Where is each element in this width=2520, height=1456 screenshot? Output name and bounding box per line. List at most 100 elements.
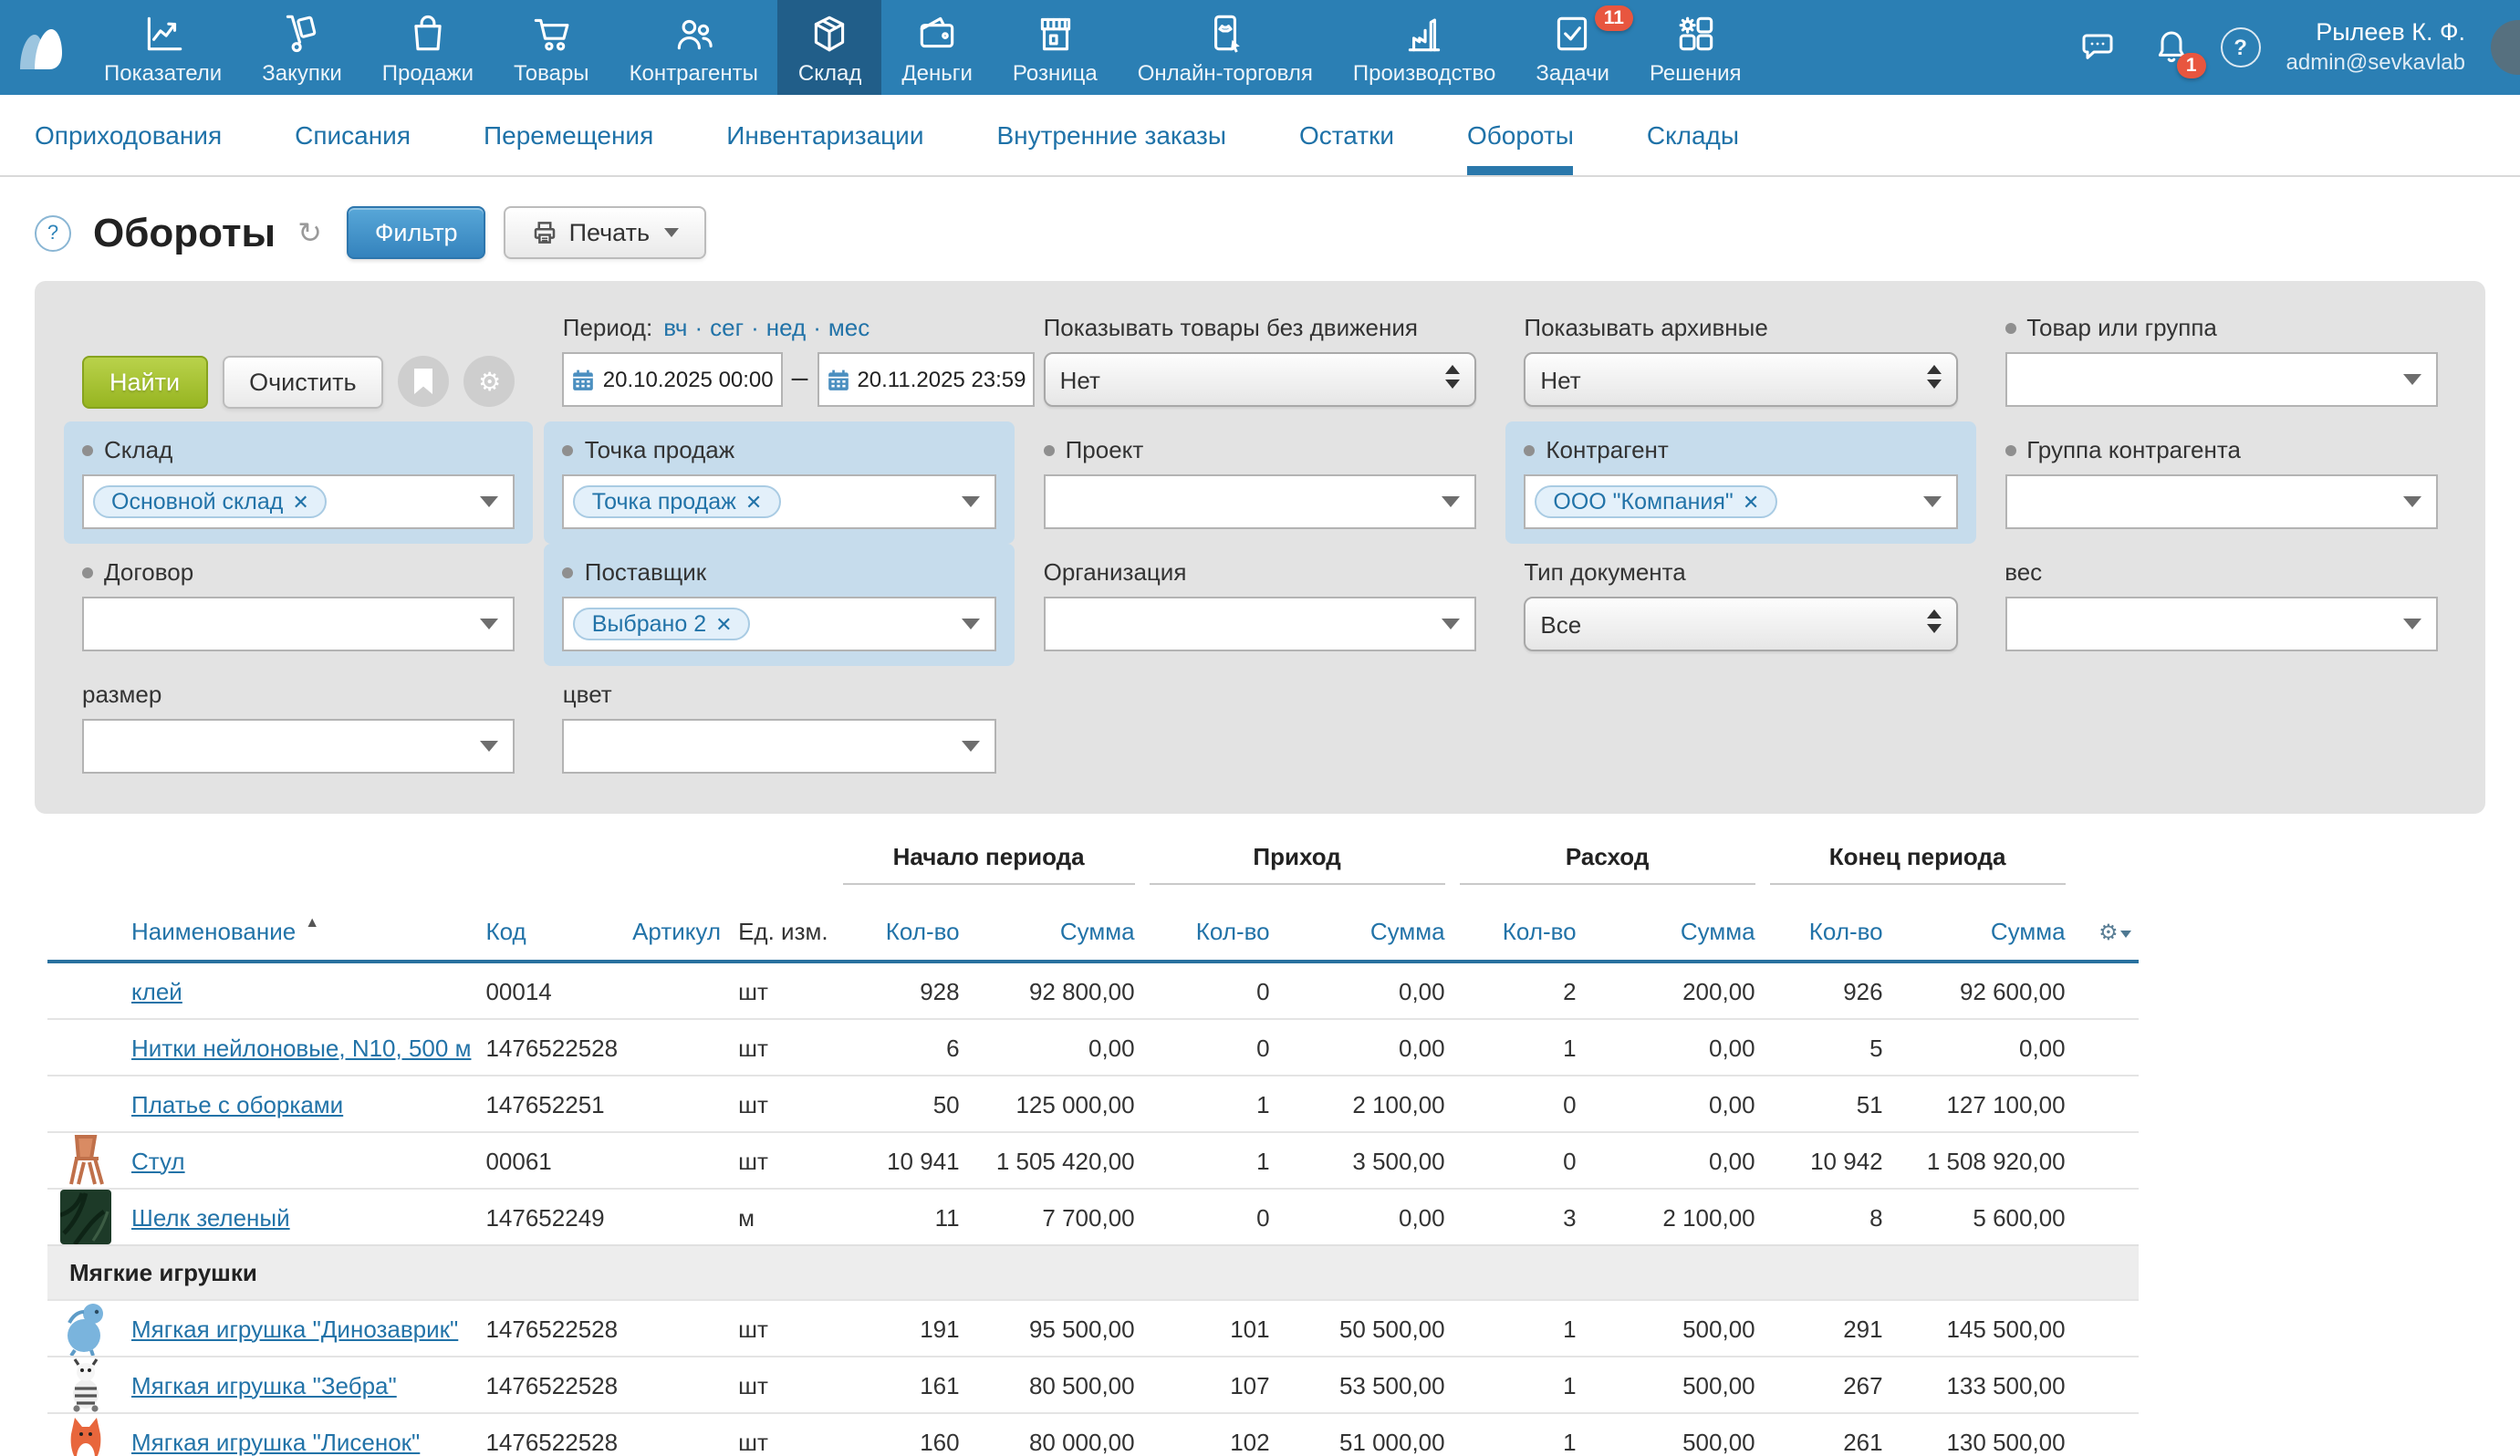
counterparty-group-label: Группа контрагента [2026, 436, 2241, 463]
nav-item-zakupki[interactable]: Закупки [242, 0, 362, 95]
title-row: ? Обороты ↻ Фильтр Печать [0, 177, 2520, 281]
supplier-chip[interactable]: Выбрано 2✕ [574, 608, 751, 640]
tab-oprihodovaniya[interactable]: Оприходования [35, 95, 222, 175]
color-combo[interactable] [563, 719, 996, 774]
user-menu[interactable]: Рылеев К. Ф. admin@sevkavlab [2286, 18, 2465, 77]
help-icon[interactable]: ? [2221, 27, 2261, 68]
chip-close-icon[interactable]: ✕ [745, 490, 762, 514]
product-link[interactable]: Мягкая игрушка "Динозаврик" [131, 1315, 458, 1342]
tab-vnutrennie-zakazy[interactable]: Внутренние заказы [996, 95, 1226, 175]
green-fabric-thumbnail[interactable] [60, 1190, 111, 1244]
print-button[interactable]: Печать [504, 206, 706, 259]
settings-gear-icon[interactable]: ⚙ [464, 356, 515, 407]
dot-separator: · [751, 314, 759, 341]
period-yesterday-link[interactable]: вч [663, 314, 687, 341]
nav-item-sklad[interactable]: Склад [778, 0, 881, 95]
size-combo[interactable] [82, 719, 515, 774]
tasks-badge: 11 [1595, 5, 1633, 31]
col-header-end-sum[interactable]: Сумма [1890, 903, 2073, 962]
tab-ostatki[interactable]: Остатки [1299, 95, 1394, 175]
organization-combo[interactable] [1044, 597, 1477, 651]
bookmark-icon[interactable] [399, 356, 450, 407]
chat-icon[interactable] [2075, 24, 2122, 71]
col-header-name[interactable]: Наименование▲ [124, 903, 478, 962]
combo-caret-icon [481, 741, 499, 752]
period-from-input[interactable]: 20.10.2025 00:00 [563, 352, 783, 407]
contract-combo[interactable] [82, 597, 515, 651]
col-header-out-qty[interactable]: Кол-во [1453, 903, 1584, 962]
counterparty-group-combo[interactable] [2005, 474, 2438, 529]
retail-point-combo[interactable]: Точка продаж✕ [563, 474, 996, 529]
chip-close-icon[interactable]: ✕ [715, 612, 732, 636]
nav-item-tovary[interactable]: Товары [494, 0, 609, 95]
filter-button-label: Фильтр [375, 219, 458, 246]
product-link[interactable]: Нитки нейлоновые, N10, 500 м [131, 1034, 471, 1061]
col-header-start-sum[interactable]: Сумма [967, 903, 1142, 962]
retail-point-chip[interactable]: Точка продаж✕ [574, 485, 781, 518]
nav-item-roznitsa[interactable]: Розница [993, 0, 1118, 95]
doc-type-select[interactable]: Все [1524, 597, 1957, 651]
bell-icon[interactable]: 1 [2148, 24, 2195, 71]
period-week-link[interactable]: нед [766, 314, 806, 341]
weight-combo[interactable] [2005, 597, 2438, 651]
filter-button[interactable]: Фильтр [348, 206, 485, 259]
tab-spisaniya[interactable]: Списания [295, 95, 411, 175]
column-settings-gear-icon[interactable]: ⚙ [2073, 903, 2139, 962]
tab-inventarizatsii[interactable]: Инвентаризации [726, 95, 923, 175]
calendar-icon [826, 368, 849, 391]
product-link[interactable]: Шелк зеленый [131, 1203, 290, 1231]
nav-item-dengi[interactable]: Деньги [881, 0, 993, 95]
table-row: клей 00014 шт 928 92 800,00 0 0,00 2 200… [47, 962, 2139, 1019]
col-header-end-qty[interactable]: Кол-во [1763, 903, 1890, 962]
clear-button[interactable]: Очистить [222, 355, 384, 408]
product-link[interactable]: Мягкая игрушка "Зебра" [131, 1371, 397, 1399]
warehouse-combo[interactable]: Основной склад✕ [82, 474, 515, 529]
logo[interactable] [0, 0, 84, 95]
counterparty-combo[interactable]: ООО "Компания"✕ [1524, 474, 1957, 529]
dash-separator: – [792, 363, 808, 396]
tab-peremescheniya[interactable]: Перемещения [484, 95, 653, 175]
nav-item-resheniya[interactable]: Решения [1630, 0, 1762, 95]
nav-item-prodazhi[interactable]: Продажи [362, 0, 494, 95]
page-help-icon[interactable]: ? [35, 214, 71, 251]
search-button[interactable]: Найти [82, 355, 207, 408]
counterparty-chip[interactable]: ООО "Компания"✕ [1535, 485, 1777, 518]
col-header-code[interactable]: Код [478, 903, 625, 962]
color-label: цвет [563, 681, 612, 708]
nav-item-online-torgovlya[interactable]: Онлайн-торговля [1118, 0, 1333, 95]
chip-close-icon[interactable]: ✕ [292, 490, 308, 514]
tab-oboroty[interactable]: Обороты [1467, 95, 1574, 175]
product-link[interactable]: Платье с оборками [131, 1090, 343, 1118]
nav-item-zadachi[interactable]: 11 Задачи [1515, 0, 1630, 95]
box-icon [807, 9, 853, 57]
project-combo[interactable] [1044, 474, 1477, 529]
archived-select[interactable]: Нет [1524, 352, 1957, 407]
warehouse-chip[interactable]: Основной склад✕ [93, 485, 328, 518]
product-link[interactable]: клей [131, 977, 182, 1004]
period-month-link[interactable]: мес [828, 314, 870, 341]
refresh-icon[interactable]: ↻ [297, 214, 322, 251]
product-combo[interactable] [2005, 352, 2438, 407]
avatar[interactable] [2491, 20, 2520, 75]
tab-sklady[interactable]: Склады [1647, 95, 1739, 175]
nav-item-pokazateli[interactable]: Показатели [84, 0, 242, 95]
period-today-link[interactable]: сег [710, 314, 744, 341]
chip-close-icon[interactable]: ✕ [1743, 490, 1759, 514]
col-header-in-qty[interactable]: Кол-во [1142, 903, 1277, 962]
no-movement-select[interactable]: Нет [1044, 352, 1477, 407]
col-header-article[interactable]: Артикул [625, 903, 731, 962]
col-header-start-qty[interactable]: Кол-во [836, 903, 967, 962]
chair-thumbnail[interactable] [62, 1133, 109, 1188]
zebra-toy-thumbnail[interactable] [64, 1357, 108, 1412]
period-to-input[interactable]: 20.11.2025 23:59 [817, 352, 1035, 407]
supplier-combo[interactable]: Выбрано 2✕ [563, 597, 996, 651]
product-link[interactable]: Мягкая игрушка "Лисенок" [131, 1428, 420, 1455]
col-header-out-sum[interactable]: Сумма [1584, 903, 1763, 962]
sort-asc-icon: ▲ [305, 914, 319, 931]
nav-item-kontragenty[interactable]: Контрагенты [609, 0, 778, 95]
product-link[interactable]: Стул [131, 1147, 185, 1174]
col-header-in-sum[interactable]: Сумма [1277, 903, 1453, 962]
fox-toy-thumbnail[interactable] [64, 1414, 108, 1456]
nav-item-proizvodstvo[interactable]: Производство [1333, 0, 1516, 95]
dino-toy-thumbnail[interactable] [62, 1301, 109, 1356]
